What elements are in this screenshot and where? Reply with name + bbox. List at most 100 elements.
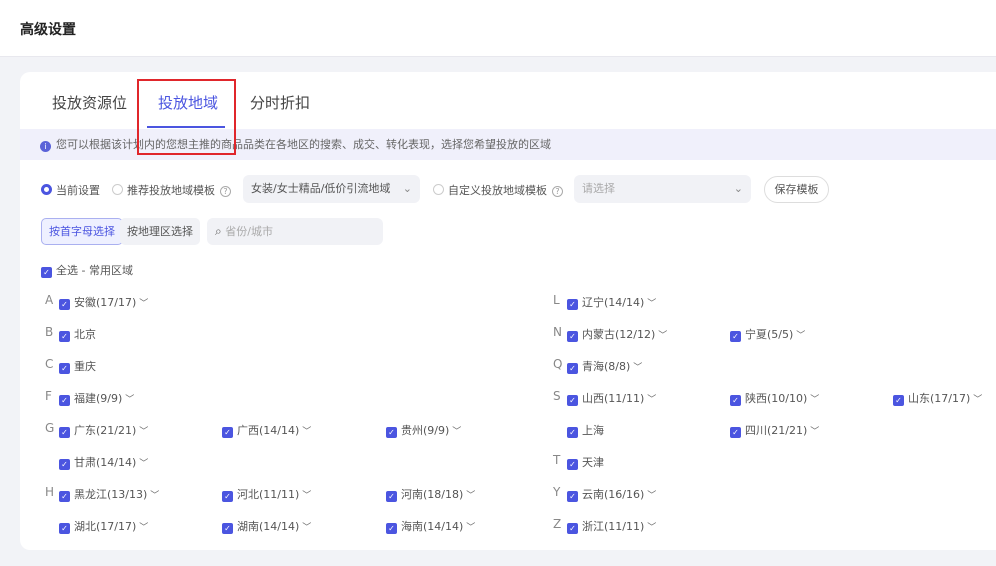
chevron-down-icon[interactable]: ﹀ (125, 395, 134, 405)
search-input[interactable]: ⌕ 省份/城市 (207, 218, 383, 245)
region-checkbox[interactable]: ✓ 四川(21/21) ﹀ (730, 422, 819, 438)
chevron-down-icon[interactable]: ﹀ (647, 491, 656, 501)
letter-index: Q (553, 357, 563, 371)
letter-index: G (45, 421, 55, 435)
region-checkbox[interactable]: ✓ 安徽(17/17) ﹀ (59, 294, 148, 310)
chevron-down-icon[interactable]: ﹀ (810, 395, 819, 405)
region-label: 海南(14/14) (401, 520, 464, 533)
radio-recommended[interactable]: 推荐投放地域模板? (112, 182, 231, 198)
chevron-down-icon[interactable]: ﹀ (647, 395, 656, 405)
by-region-button[interactable]: 按地理区选择 (120, 218, 200, 245)
region-checkbox[interactable]: ✓ 湖北(17/17) ﹀ (59, 518, 148, 534)
select-all-checkbox[interactable]: ✓ 全选 - 常用区域 (41, 262, 133, 278)
region-checkbox[interactable]: ✓ 湖南(14/14) ﹀ (222, 518, 311, 534)
checkbox-checked-icon: ✓ (567, 491, 578, 502)
chevron-down-icon[interactable]: ﹀ (139, 299, 148, 309)
letter-index: Z (553, 517, 562, 531)
letter-index: N (553, 325, 562, 339)
chevron-down-icon[interactable]: ﹀ (658, 331, 667, 341)
region-checkbox[interactable]: ✓ 云南(16/16) ﹀ (567, 486, 656, 502)
chevron-down-icon[interactable]: ﹀ (139, 459, 148, 469)
region-label: 辽宁(14/14) (582, 296, 645, 309)
region-checkbox[interactable]: ✓ 山西(11/11) ﹀ (567, 390, 656, 406)
chevron-down-icon[interactable]: ﹀ (810, 427, 819, 437)
chevron-down-icon[interactable]: ﹀ (466, 523, 475, 533)
checkbox-checked-icon: ✓ (567, 523, 578, 534)
region-label: 安徽(17/17) (74, 296, 137, 309)
checkbox-checked-icon: ✓ (893, 395, 904, 406)
chevron-down-icon[interactable]: ﹀ (647, 299, 656, 309)
select-placeholder: 请选择 (582, 182, 615, 195)
chevron-down-icon[interactable]: ﹀ (302, 491, 311, 501)
search-icon: ⌕ (215, 224, 222, 238)
help-icon[interactable]: ? (220, 186, 231, 197)
region-checkbox[interactable]: ✓ 黑龙江(13/13) ﹀ (59, 486, 159, 502)
region-checkbox[interactable]: ✓ 内蒙古(12/12) ﹀ (567, 326, 667, 342)
radio-custom[interactable]: 自定义投放地域模板? (433, 182, 563, 198)
region-checkbox[interactable]: ✓ 宁夏(5/5) ﹀ (730, 326, 805, 342)
region-checkbox[interactable]: ✓ 重庆 (59, 358, 96, 374)
region-label: 湖北(17/17) (74, 520, 137, 533)
region-checkbox[interactable]: ✓ 甘肃(14/14) ﹀ (59, 454, 148, 470)
region-label: 黑龙江(13/13) (74, 488, 148, 501)
save-template-button[interactable]: 保存模板 (764, 176, 829, 203)
help-icon[interactable]: ? (552, 186, 563, 197)
region-checkbox[interactable]: ✓ 陕西(10/10) ﹀ (730, 390, 819, 406)
checkbox-checked-icon: ✓ (567, 427, 578, 438)
region-label: 天津 (582, 456, 604, 469)
chevron-down-icon[interactable]: ﹀ (633, 363, 642, 373)
region-label: 陕西(10/10) (745, 392, 808, 405)
checkbox-checked-icon: ✓ (386, 427, 397, 438)
letter-index: H (45, 485, 55, 499)
region-label: 重庆 (74, 360, 96, 373)
region-checkbox[interactable]: ✓ 山东(17/17) ﹀ (893, 390, 982, 406)
region-checkbox[interactable]: ✓ 辽宁(14/14) ﹀ (567, 294, 656, 310)
checkbox-checked-icon: ✓ (386, 523, 397, 534)
region-checkbox[interactable]: ✓ 贵州(9/9) ﹀ (386, 422, 461, 438)
region-label: 浙江(11/11) (582, 520, 645, 533)
region-checkbox[interactable]: ✓ 浙江(11/11) ﹀ (567, 518, 656, 534)
region-checkbox[interactable]: ✓ 海南(14/14) ﹀ (386, 518, 475, 534)
chevron-down-icon[interactable]: ﹀ (139, 523, 148, 533)
letter-index: T (553, 453, 561, 467)
chevron-down-icon[interactable]: ﹀ (647, 523, 656, 533)
region-checkbox[interactable]: ✓ 广西(14/14) ﹀ (222, 422, 311, 438)
letter-index: Y (553, 485, 561, 499)
region-label: 湖南(14/14) (237, 520, 300, 533)
region-checkbox[interactable]: ✓ 天津 (567, 454, 604, 470)
search-placeholder: 省份/城市 (225, 225, 273, 238)
region-label: 青海(8/8) (582, 360, 631, 373)
region-label: 河南(18/18) (401, 488, 464, 501)
region-checkbox[interactable]: ✓ 广东(21/21) ﹀ (59, 422, 148, 438)
chevron-down-icon[interactable]: ﹀ (139, 427, 148, 437)
info-text: 您可以根据该计划内的您想主推的商品品类在各地区的搜索、成交、转化表现，选择您希望… (56, 138, 551, 151)
radio-label: 自定义投放地域模板 (448, 184, 547, 197)
region-label: 上海 (582, 424, 604, 437)
radio-current[interactable]: 当前设置 (41, 182, 100, 198)
region-checkbox[interactable]: ✓ 北京 (59, 326, 96, 342)
checkbox-checked-icon: ✓ (567, 331, 578, 342)
region-label: 山东(17/17) (908, 392, 971, 405)
region-label: 四川(21/21) (745, 424, 808, 437)
recommended-template-select[interactable]: 女装/女士精品/低价引流地域 ⌄ (243, 175, 420, 203)
chevron-down-icon[interactable]: ﹀ (796, 331, 805, 341)
region-checkbox[interactable]: ✓ 福建(9/9) ﹀ (59, 390, 134, 406)
chevron-down-icon[interactable]: ﹀ (452, 427, 461, 437)
by-letter-button[interactable]: 按首字母选择 (41, 218, 123, 245)
letter-index: B (45, 325, 54, 339)
chevron-down-icon[interactable]: ﹀ (466, 491, 475, 501)
chevron-down-icon[interactable]: ﹀ (302, 523, 311, 533)
checkbox-checked-icon: ✓ (59, 523, 70, 534)
region-checkbox[interactable]: ✓ 上海 (567, 422, 604, 438)
custom-template-select[interactable]: 请选择 ⌄ (574, 175, 751, 203)
chevron-down-icon[interactable]: ﹀ (973, 395, 982, 405)
tab-resource[interactable]: 投放资源位 (52, 92, 127, 113)
tab-time-discount[interactable]: 分时折扣 (250, 92, 310, 113)
region-checkbox[interactable]: ✓ 青海(8/8) ﹀ (567, 358, 642, 374)
region-checkbox[interactable]: ✓ 河南(18/18) ﹀ (386, 486, 475, 502)
chevron-down-icon[interactable]: ﹀ (302, 427, 311, 437)
checkbox-checked-icon: ✓ (59, 299, 70, 310)
chevron-down-icon[interactable]: ﹀ (150, 491, 159, 501)
checkbox-checked-icon: ✓ (567, 459, 578, 470)
region-checkbox[interactable]: ✓ 河北(11/11) ﹀ (222, 486, 311, 502)
